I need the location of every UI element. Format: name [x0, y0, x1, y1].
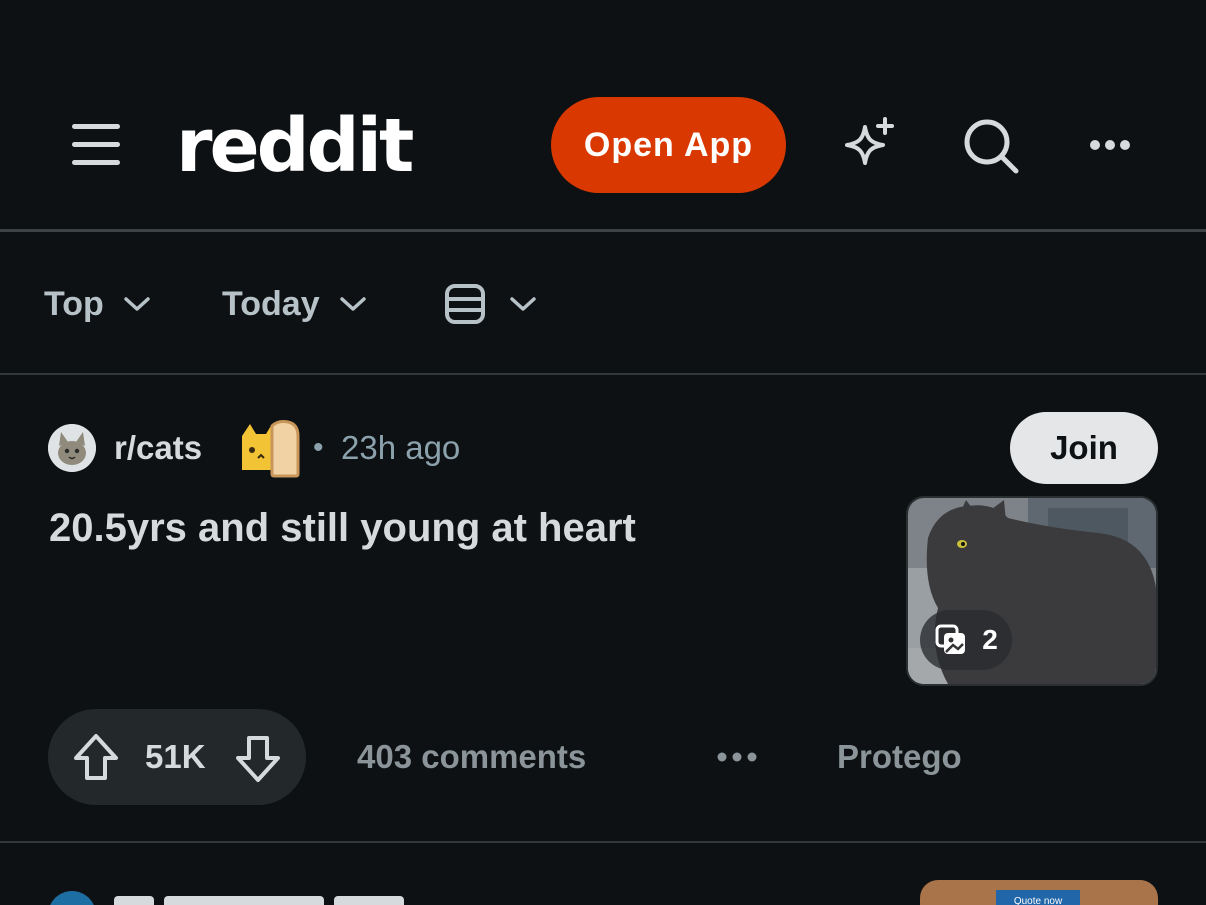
- join-button[interactable]: Join: [1010, 412, 1158, 484]
- post-more-icon[interactable]: [712, 733, 762, 781]
- next-post-avatar[interactable]: [48, 891, 96, 905]
- chevron-down-icon: [339, 297, 366, 311]
- open-app-button[interactable]: Open App: [551, 97, 786, 193]
- chevron-down-icon: [510, 297, 536, 311]
- vote-score: 51K: [145, 738, 206, 775]
- reddit-mobile-page: reddit Open App Top Today r/cats • 23h a…: [0, 0, 1206, 905]
- post-card[interactable]: r/cats • 23h ago Join 20.5yrs and still …: [0, 376, 1206, 842]
- quote-now-button: Quote now: [996, 890, 1080, 905]
- post-divider: [0, 841, 1206, 843]
- comments-link[interactable]: 403 comments: [357, 735, 586, 779]
- downvote-icon[interactable]: [232, 733, 284, 785]
- post-timestamp: 23h ago: [341, 429, 461, 466]
- vote-bar: 51K: [48, 709, 306, 805]
- award-label[interactable]: Protego: [837, 735, 962, 779]
- gallery-icon: [935, 624, 966, 654]
- time-range-label: Today: [222, 284, 320, 323]
- menu-icon[interactable]: [66, 118, 126, 172]
- search-icon[interactable]: [955, 110, 1025, 180]
- view-mode-dropdown[interactable]: [444, 282, 536, 326]
- time-range-dropdown[interactable]: Today: [222, 282, 366, 326]
- reddit-logo[interactable]: reddit: [176, 98, 414, 194]
- post-thumbnail[interactable]: 2: [906, 496, 1158, 686]
- sparkle-icon[interactable]: [834, 110, 904, 180]
- subreddit-avatar[interactable]: [48, 424, 96, 472]
- chevron-down-icon: [124, 297, 150, 311]
- more-options-icon[interactable]: [1075, 110, 1145, 180]
- sort-bar: Top Today: [0, 232, 1206, 374]
- sort-dropdown[interactable]: Top: [44, 282, 150, 326]
- next-post-thumbnail[interactable]: Quote now: [920, 880, 1158, 905]
- card-view-icon: [445, 284, 485, 324]
- subreddit-name[interactable]: r/cats: [114, 428, 202, 468]
- gallery-count-badge: 2: [920, 610, 1012, 670]
- post-title[interactable]: 20.5yrs and still young at heart: [49, 504, 636, 552]
- sort-label: Top: [44, 284, 104, 323]
- top-header: reddit Open App: [0, 0, 1206, 230]
- meta-separator: •: [313, 431, 324, 464]
- cat-bread-flair-icon: [238, 418, 300, 480]
- sort-divider: [0, 373, 1206, 375]
- gallery-count: 2: [982, 624, 998, 655]
- next-post-meta: [114, 896, 444, 905]
- upvote-icon[interactable]: [70, 731, 122, 783]
